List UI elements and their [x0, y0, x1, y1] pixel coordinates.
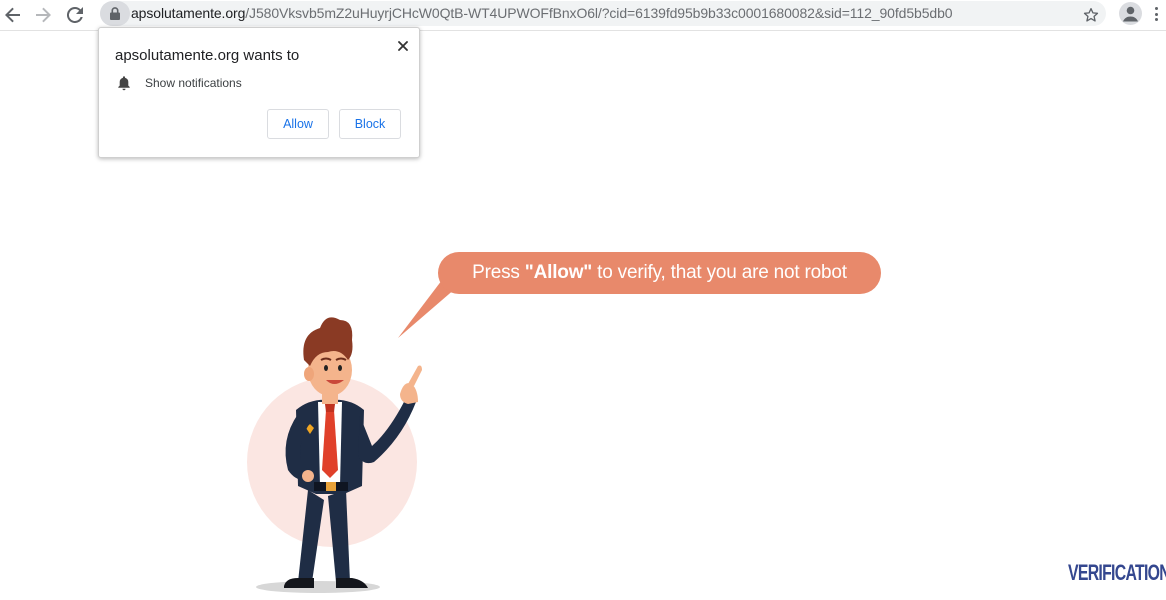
allow-button[interactable]: Allow	[267, 109, 329, 139]
left-eye	[324, 365, 328, 371]
block-button[interactable]: Block	[339, 109, 401, 139]
reload-button[interactable]	[63, 3, 87, 27]
close-icon	[398, 41, 408, 51]
permission-label: Show notifications	[145, 76, 242, 90]
bell-icon	[118, 76, 130, 91]
url-text[interactable]: apsolutamente.org/J580Vksvb5mZ2uHuyrjCHc…	[131, 5, 953, 22]
url-path: /J580Vksvb5mZ2uHuyrjCHcW0QtB-WT4UPWOFfBn…	[245, 5, 953, 21]
bubble-highlight: "Allow"	[524, 262, 593, 283]
right-shoe	[336, 578, 368, 588]
bubble-prefix: Press	[472, 262, 525, 283]
url-host: apsolutamente.org	[131, 5, 246, 21]
speech-bubble: Press "Allow" to verify, that you are no…	[438, 252, 881, 294]
lock-icon	[110, 7, 120, 20]
back-button[interactable]	[1, 3, 25, 27]
left-hand	[302, 470, 314, 482]
forward-icon	[36, 7, 51, 23]
site-info-button[interactable]	[100, 1, 130, 26]
forward-button[interactable]	[31, 3, 55, 27]
tie-knot	[325, 404, 335, 412]
account-button[interactable]	[1119, 2, 1142, 25]
belt-buckle	[326, 482, 336, 491]
address-bar[interactable]: apsolutamente.org/J580Vksvb5mZ2uHuyrjCHc…	[100, 1, 1106, 26]
account-icon	[1123, 6, 1138, 22]
verification-logo: VERIFICATION	[1068, 560, 1166, 585]
permission-title: apsolutamente.org wants to	[115, 47, 300, 64]
back-icon	[5, 7, 20, 23]
right-hand	[400, 383, 418, 404]
menu-button[interactable]	[1150, 4, 1164, 24]
businessman-illustration	[247, 317, 422, 593]
star-icon	[1083, 7, 1099, 22]
bubble-message: Press "Allow" to verify, that you are no…	[438, 252, 881, 294]
notification-permission-popup: apsolutamente.org wants to Show notifica…	[98, 27, 420, 158]
permission-row: Show notifications	[117, 74, 242, 92]
pointing-finger	[408, 365, 422, 386]
reload-icon	[67, 7, 83, 23]
right-eye	[338, 365, 342, 371]
left-shoe	[284, 578, 314, 588]
bookmark-button[interactable]	[1080, 4, 1102, 26]
close-button[interactable]	[392, 35, 414, 57]
bubble-suffix: to verify, that you are not robot	[592, 262, 847, 283]
ear	[304, 367, 314, 381]
